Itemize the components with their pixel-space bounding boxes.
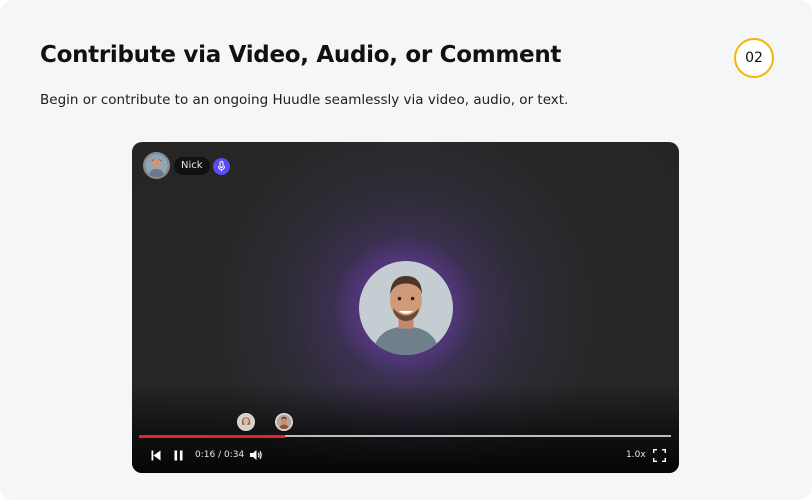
commenter-avatar-woman-icon (239, 415, 253, 429)
comment-marker-woman[interactable] (237, 413, 255, 431)
player-controls: 0:16 / 0:34 1.0x (132, 443, 679, 467)
speaker-avatar (359, 261, 453, 355)
user-avatar-icon (145, 154, 168, 177)
fullscreen-icon[interactable] (652, 448, 666, 462)
comment-marker-man[interactable] (275, 413, 293, 431)
volume-icon[interactable] (248, 448, 263, 462)
time-readout: 0:16 / 0:34 (195, 450, 245, 460)
skip-back-icon[interactable] (150, 449, 162, 461)
progress-bar[interactable] (139, 434, 671, 438)
pause-icon[interactable] (172, 449, 184, 461)
user-avatar[interactable] (143, 152, 170, 179)
mic-icon[interactable] (213, 158, 230, 175)
participant-name: Nick (174, 157, 210, 175)
video-player[interactable]: Nick 0:16 / 0:34 1.0x (132, 142, 679, 473)
progress-bar-fill (139, 434, 286, 438)
commenter-avatar-man-icon (277, 415, 291, 429)
feature-title: Contribute via Video, Audio, or Comment (40, 42, 562, 68)
speaker-avatar-icon (359, 261, 453, 355)
playback-speed-button[interactable]: 1.0x (626, 449, 646, 461)
feature-card: Contribute via Video, Audio, or Comment … (0, 0, 812, 500)
step-number-badge: 02 (734, 38, 774, 78)
feature-description: Begin or contribute to an ongoing Huudle… (40, 92, 569, 108)
